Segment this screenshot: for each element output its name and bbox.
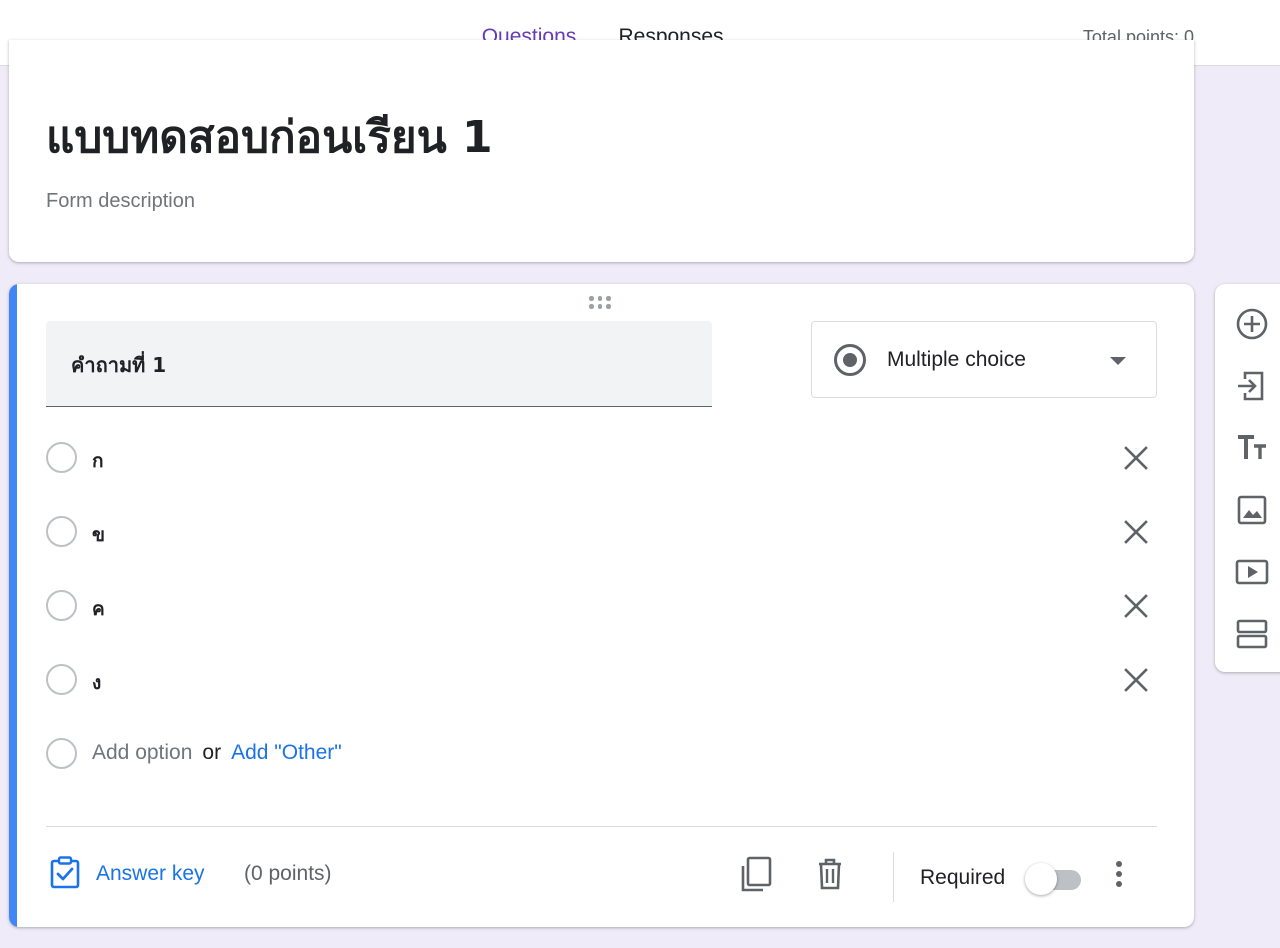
- remove-option-icon[interactable]: [1116, 512, 1156, 552]
- option-label[interactable]: ง: [92, 668, 101, 698]
- footer-separator: [893, 852, 894, 902]
- question-type-dropdown[interactable]: Multiple choice: [811, 321, 1157, 398]
- question-type-label: Multiple choice: [887, 348, 1026, 371]
- delete-button[interactable]: [810, 854, 850, 894]
- dropdown-arrow-icon: [1110, 357, 1126, 365]
- option-radio-icon: [46, 664, 77, 695]
- add-option-link[interactable]: Add option: [92, 741, 192, 764]
- required-label: Required: [920, 866, 1006, 889]
- add-question-icon: [1236, 308, 1268, 340]
- question-card[interactable]: คำถามที่ 1 Multiple choice ก ข ค ง Add o…: [9, 284, 1194, 927]
- option-radio-icon: [46, 516, 77, 547]
- option-radio-icon: [46, 738, 77, 769]
- toggle-knob: [1025, 863, 1057, 895]
- form-title[interactable]: แบบทดสอบก่อนเรียน 1: [46, 102, 493, 172]
- add-section-button[interactable]: [1232, 614, 1272, 654]
- add-option-row: Add option or Add "Other": [46, 734, 1156, 774]
- option-row: ข: [46, 512, 1156, 552]
- option-label[interactable]: ก: [92, 446, 104, 476]
- option-row: ก: [46, 438, 1156, 478]
- duplicate-icon: [741, 856, 772, 892]
- add-item-toolbar: [1215, 284, 1280, 672]
- drag-handle-icon[interactable]: [589, 296, 615, 310]
- add-question-button[interactable]: [1232, 304, 1272, 344]
- add-title-button[interactable]: [1232, 428, 1272, 468]
- question-title-text: คำถามที่ 1: [71, 353, 167, 377]
- required-toggle[interactable]: [1025, 862, 1085, 896]
- option-row: ง: [46, 660, 1156, 700]
- option-label[interactable]: ข: [92, 520, 105, 550]
- remove-option-icon[interactable]: [1116, 586, 1156, 626]
- more-options-button[interactable]: [1099, 854, 1139, 894]
- add-image-icon: [1237, 495, 1267, 525]
- active-question-indicator: [9, 284, 17, 927]
- add-other-link[interactable]: Add "Other": [231, 741, 342, 764]
- import-questions-button[interactable]: [1232, 366, 1272, 406]
- add-title-icon: [1238, 435, 1266, 459]
- form-description-field[interactable]: Form description: [46, 190, 195, 213]
- option-row: ค: [46, 586, 1156, 626]
- option-label[interactable]: ค: [92, 594, 105, 624]
- footer-divider: [46, 826, 1157, 827]
- option-radio-icon: [46, 590, 77, 621]
- question-title-input[interactable]: คำถามที่ 1: [46, 321, 712, 407]
- add-section-icon: [1236, 619, 1268, 649]
- more-vert-icon: [1116, 861, 1122, 887]
- trash-icon: [819, 858, 841, 890]
- remove-option-icon[interactable]: [1116, 438, 1156, 478]
- import-questions-icon: [1238, 371, 1264, 401]
- add-image-button[interactable]: [1232, 490, 1272, 530]
- add-video-icon: [1235, 559, 1269, 585]
- radio-button-icon: [834, 344, 866, 376]
- answer-key-icon: [50, 856, 80, 889]
- form-title-card: แบบทดสอบก่อนเรียน 1 Form description: [9, 40, 1194, 262]
- answer-key-label: Answer key: [96, 862, 205, 885]
- add-video-button[interactable]: [1232, 552, 1272, 592]
- duplicate-button[interactable]: [735, 854, 775, 894]
- points-label: (0 points): [244, 862, 332, 885]
- option-radio-icon: [46, 442, 77, 473]
- remove-option-icon[interactable]: [1116, 660, 1156, 700]
- or-label: or: [202, 741, 222, 764]
